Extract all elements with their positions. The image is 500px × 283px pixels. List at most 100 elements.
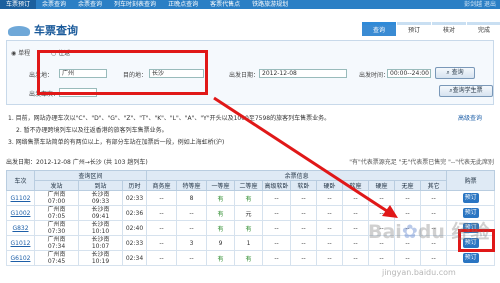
table-header: 其它 <box>420 180 448 191</box>
table-header: 余票信息 <box>146 170 448 181</box>
seat-cell: 有 <box>206 205 236 221</box>
table-header: 购票 <box>446 170 496 191</box>
seat-cell: -- <box>394 190 422 206</box>
seat-cell: -- <box>176 220 208 236</box>
result-summary: 出发日期：2012-12-08 广州→长沙 (共 103 趟列车) "有"代表票… <box>6 159 494 166</box>
seat-cell: -- <box>262 205 292 221</box>
train-number-link[interactable]: G832 <box>6 220 35 236</box>
seat-cell: 有 <box>206 250 236 266</box>
nav-item[interactable]: 铁路旅游规划 <box>246 0 294 9</box>
table-header: 商务座 <box>146 180 178 191</box>
nav-item[interactable]: 车票预订 <box>0 0 37 9</box>
nav-item[interactable]: 列车时刻表查询 <box>108 0 162 9</box>
book-cell: 预订 <box>446 190 496 206</box>
book-button[interactable]: 预订 <box>462 193 479 203</box>
seat-cell: -- <box>342 220 370 236</box>
seat-cell: -- <box>316 220 344 236</box>
seat-cell: 有 <box>234 190 264 206</box>
seat-cell: 有 <box>234 220 264 236</box>
arrival-cell: 长沙南 10:10 <box>78 220 123 236</box>
seat-cell: -- <box>262 235 292 251</box>
seat-cell: 9 <box>206 235 236 251</box>
duration-cell: 02:34 <box>121 250 148 266</box>
seat-cell: -- <box>290 235 318 251</box>
notice-line: 1. 目前，网站办理车次以"C"、"D"、"G"、"Z"、"T"、"K"、"L"… <box>8 115 331 122</box>
nav-item[interactable]: 余票查询 <box>72 0 108 9</box>
departure-cell: 广州南 07:05 <box>34 205 79 221</box>
step-3: 核对 <box>432 22 466 36</box>
seat-cell: 1 <box>234 235 264 251</box>
seat-cell: -- <box>262 190 292 206</box>
top-nav: 车票预订 余票查询 余票查询 列车时刻表查询 正晚点查询 客票代售点 铁路旅游规划 彭剑越 退… <box>0 0 500 9</box>
table-header: 到站 <box>78 180 123 191</box>
search-icon: ⌕ <box>446 69 450 76</box>
table-row: G1102 广州南 07:00 长沙南 09:33 02:33 -- 8 有有 -- -- -- -- -… <box>6 190 496 206</box>
table-header: 软卧 <box>290 180 318 191</box>
seat-cell: -- <box>368 190 396 206</box>
seat-cell: -- <box>316 250 344 266</box>
duration-cell: 02:33 <box>121 235 148 251</box>
book-button[interactable]: 预订 <box>462 253 479 263</box>
to-label: 目的地： <box>123 72 148 79</box>
seat-cell: -- <box>394 250 422 266</box>
date-input[interactable]: 2012-12-08 <box>259 69 347 78</box>
departure-cell: 广州南 07:34 <box>34 235 79 251</box>
to-input[interactable]: 长沙 <box>149 69 204 78</box>
table-header: 软座 <box>342 180 370 191</box>
seat-cell: -- <box>290 250 318 266</box>
train-number-link[interactable]: G1102 <box>6 190 35 206</box>
seat-cell: -- <box>146 220 178 236</box>
departure-cell: 广州南 07:30 <box>34 220 79 236</box>
step-1: 查询 <box>362 22 396 36</box>
nav-item[interactable]: 客票代售点 <box>204 0 246 9</box>
query-form: ◉ 单程 ○ 往返 出发地： 广州 目的地： 长沙 出发日期： 2012-12-… <box>6 40 494 105</box>
train-input[interactable] <box>59 88 97 97</box>
duration-cell: 02:33 <box>121 190 148 206</box>
table-header: 高级软卧 <box>262 180 292 191</box>
user-info[interactable]: 彭剑越 退出 <box>460 0 500 9</box>
student-query-button[interactable]: ⌕查询学生票 <box>439 85 493 97</box>
nav-item[interactable]: 余票查询 <box>36 0 72 9</box>
advanced-query-link[interactable]: 高级查询 <box>458 113 482 122</box>
arrival-cell: 长沙南 09:33 <box>78 190 123 206</box>
seat-cell: -- <box>262 220 292 236</box>
seat-cell: -- <box>420 190 448 206</box>
table-header: 历时 <box>121 180 148 191</box>
train-icon <box>8 26 30 36</box>
seat-cell: 8 <box>176 190 208 206</box>
radio-single[interactable]: ◉ 单程 <box>11 48 30 57</box>
time-select[interactable]: 00:00--24:00 <box>387 69 431 78</box>
table-header: 无座 <box>394 180 422 191</box>
seat-cell: -- <box>316 205 344 221</box>
legend-text: "有"代表票源充足 "无"代表票已售完 "--"代表无此席别 <box>349 159 494 166</box>
arrival-cell: 长沙南 10:07 <box>78 235 123 251</box>
seat-cell: 有 <box>206 220 236 236</box>
seat-cell: -- <box>176 250 208 266</box>
step-2: 预订 <box>397 22 431 36</box>
train-label: 出发车次： <box>29 91 60 98</box>
from-input[interactable]: 广州 <box>59 69 107 78</box>
table-header: 车次 <box>6 170 35 191</box>
table-header: 硬座 <box>368 180 396 191</box>
book-cell: 预订 <box>446 250 496 266</box>
notice-line: 2. 暂不办理跨境列车以及往返香港的旅客列车售票业务。 <box>16 127 168 134</box>
query-button[interactable]: ⌕ 查询 <box>435 67 475 79</box>
seat-cell: -- <box>342 190 370 206</box>
from-label: 出发地： <box>29 72 54 79</box>
radio-return[interactable]: ○ 往返 <box>51 48 70 57</box>
seat-cell: 有 <box>234 250 264 266</box>
train-number-link[interactable]: G1002 <box>6 205 35 221</box>
departure-cell: 广州南 07:45 <box>34 250 79 266</box>
departure-cell: 广州南 07:00 <box>34 190 79 206</box>
train-number-link[interactable]: G1012 <box>6 235 35 251</box>
seat-cell: -- <box>146 250 178 266</box>
duration-cell: 02:36 <box>121 205 148 221</box>
table-header: 一等座 <box>206 180 236 191</box>
train-number-link[interactable]: G6102 <box>6 250 35 266</box>
seat-cell: -- <box>290 205 318 221</box>
seat-cell: -- <box>342 250 370 266</box>
table-header: 查询区间 <box>33 170 148 181</box>
nav-item[interactable]: 正晚点查询 <box>162 0 204 9</box>
table-header: 特等座 <box>176 180 208 191</box>
notice-line: 3. 网络售票车站简单的有两位以上，有部分车站在加票后一段，例如上海虹桥(沪) <box>8 139 225 146</box>
